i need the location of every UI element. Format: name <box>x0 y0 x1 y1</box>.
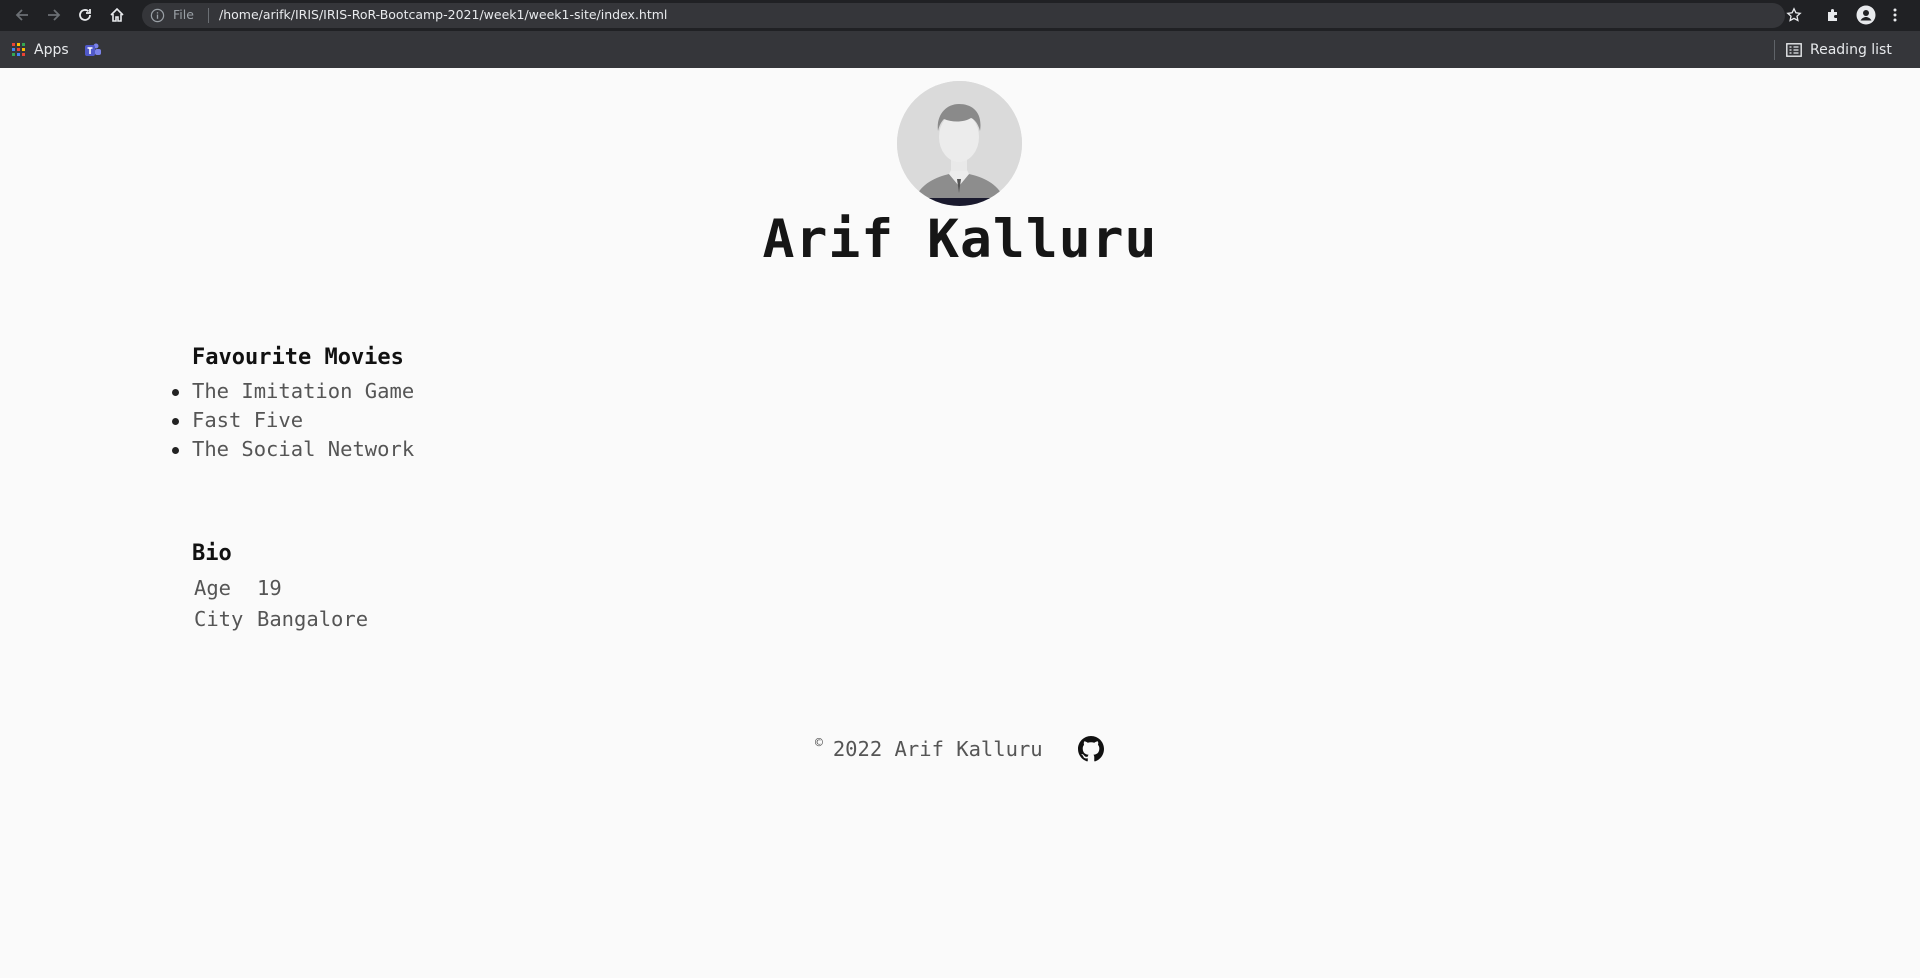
reading-list-icon <box>1786 43 1802 57</box>
extensions-button[interactable] <box>1822 4 1844 26</box>
bookmarks-bar: Apps Reading list <box>0 31 1920 68</box>
address-bar[interactable]: File /home/arifk/IRIS/IRIS-RoR-Bootcamp-… <box>142 3 1785 28</box>
teams-icon[interactable] <box>84 41 102 59</box>
list-item: Fast Five <box>171 406 414 435</box>
puzzle-icon <box>1828 9 1837 21</box>
apps-grid-icon <box>12 43 25 56</box>
reload-button[interactable] <box>74 4 96 26</box>
profile-button[interactable] <box>1855 4 1877 26</box>
back-button[interactable] <box>11 4 33 26</box>
bio-row-age: Age 19 <box>194 576 282 600</box>
footer: © 2022 Arif Kalluru <box>815 735 1043 763</box>
reading-list-button[interactable]: Reading list <box>1786 39 1892 61</box>
movies-heading: Favourite Movies <box>192 345 404 370</box>
copyright-symbol: © <box>815 735 823 751</box>
star-icon <box>1786 7 1802 22</box>
browser-toolbar: File /home/arifk/IRIS/IRIS-RoR-Bootcamp-… <box>0 0 1920 31</box>
bookmark-apps[interactable]: Apps <box>12 39 69 61</box>
url-scheme-label: File <box>173 7 194 22</box>
reading-list-label: Reading list <box>1810 42 1892 58</box>
forward-button[interactable] <box>43 4 65 26</box>
bookmark-star-button[interactable] <box>1783 4 1805 26</box>
github-icon[interactable] <box>1078 736 1104 762</box>
more-vertical-icon <box>1893 8 1897 22</box>
bio-key: City <box>194 607 244 631</box>
bio-value: 19 <box>257 576 282 600</box>
bio-key: Age <box>194 576 232 600</box>
home-button[interactable] <box>106 4 128 26</box>
menu-button[interactable] <box>1884 4 1906 26</box>
person-silhouette-icon <box>897 81 1022 206</box>
bookmarks-divider <box>1774 40 1775 60</box>
url-separator <box>208 8 209 23</box>
bio-value: Bangalore <box>257 607 369 631</box>
page-title: Arif Kalluru <box>762 209 1158 270</box>
arrow-right-icon <box>48 9 61 21</box>
bio-heading: Bio <box>192 541 232 566</box>
arrow-left-icon <box>15 9 28 21</box>
movies-list: The Imitation Game Fast Five The Social … <box>171 377 414 464</box>
info-icon[interactable] <box>150 8 165 23</box>
bio-row-city: City Bangalore <box>194 607 368 631</box>
list-item: The Social Network <box>171 435 414 464</box>
avatar <box>897 81 1022 206</box>
account-icon <box>1856 5 1876 25</box>
footer-text: 2022 Arif Kalluru <box>832 737 1043 761</box>
reload-icon <box>79 9 91 21</box>
list-item: The Imitation Game <box>171 377 414 406</box>
url-text[interactable]: /home/arifk/IRIS/IRIS-RoR-Bootcamp-2021/… <box>219 7 667 22</box>
bookmark-apps-label: Apps <box>34 42 69 58</box>
home-icon <box>110 7 124 22</box>
